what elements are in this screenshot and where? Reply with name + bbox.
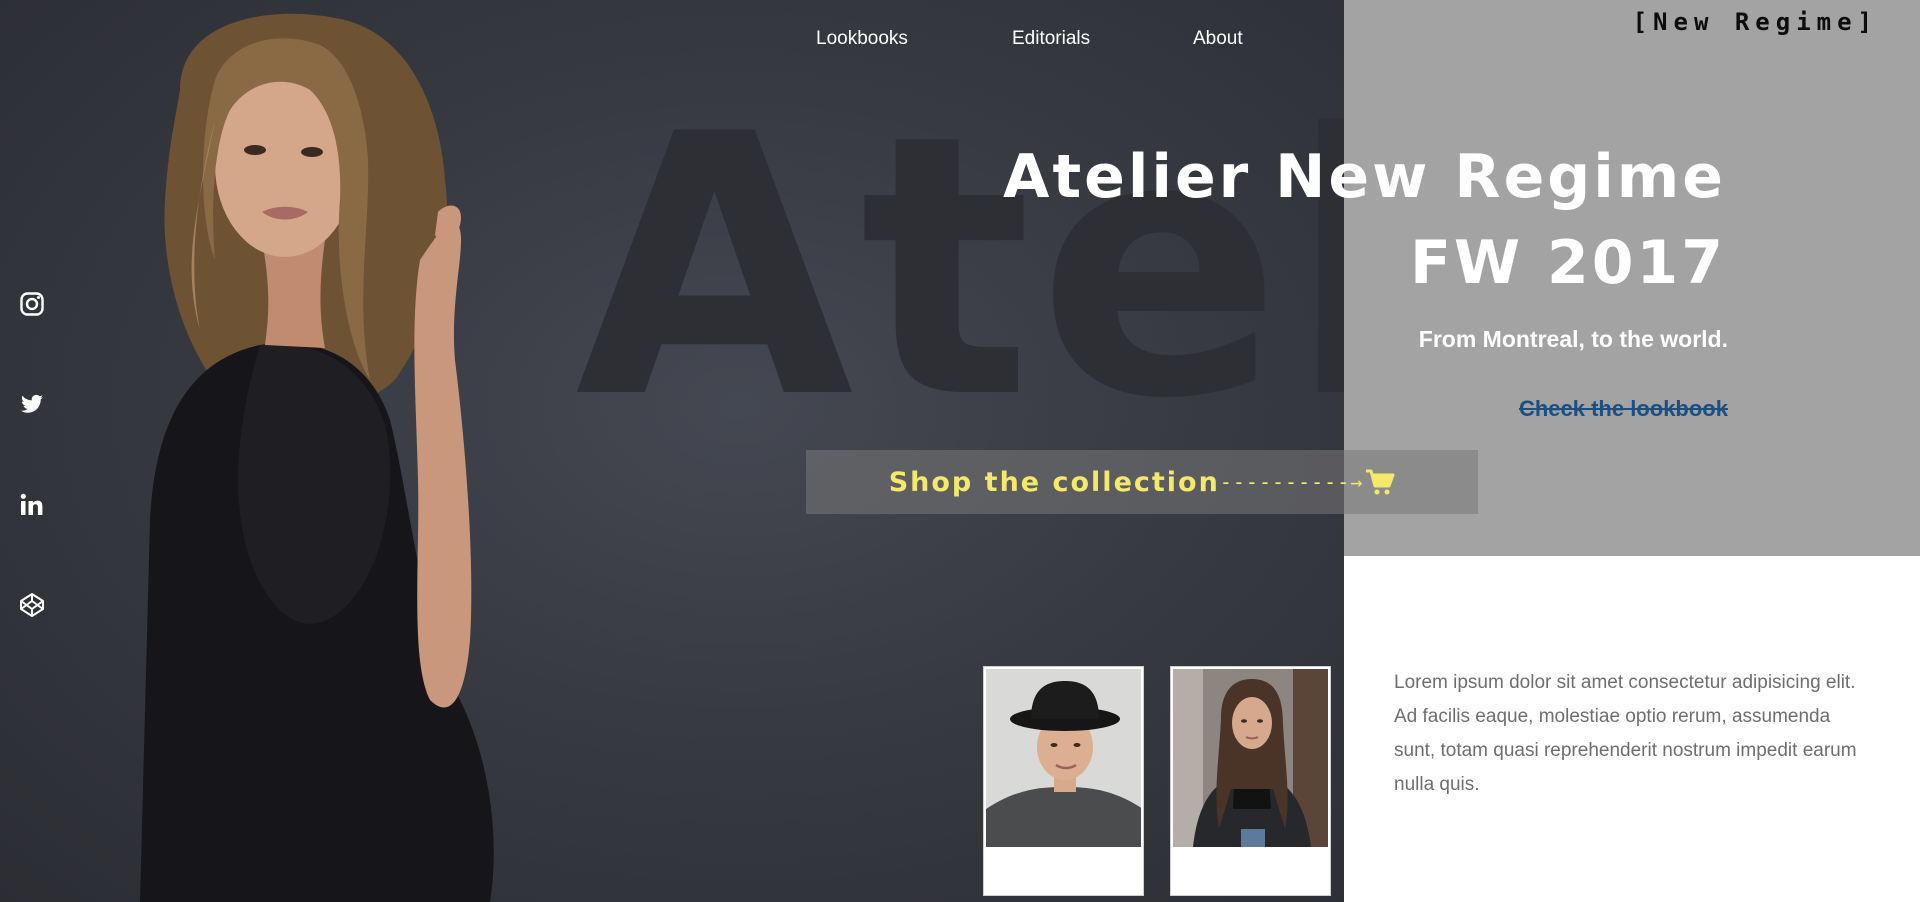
- model-photo: [140, 13, 494, 902]
- brand-logo[interactable]: [New Regime]: [1633, 8, 1878, 36]
- hero-title: Atelier New Regime FW 2017: [1003, 134, 1726, 306]
- linkedin-icon[interactable]: [19, 492, 45, 518]
- codepen-icon[interactable]: [19, 592, 45, 618]
- check-lookbook-link[interactable]: Check the lookbook: [1519, 396, 1728, 422]
- nav-lookbooks[interactable]: Lookbooks: [816, 28, 908, 50]
- shop-arrow: ----------→: [1219, 470, 1364, 494]
- nav-about[interactable]: About: [1193, 28, 1243, 50]
- hero-tagline: From Montreal, to the world.: [1418, 326, 1728, 352]
- main-nav: Lookbooks Editorials About: [0, 28, 1344, 52]
- nav-editorials[interactable]: Editorials: [1012, 28, 1090, 50]
- hero-title-line2: FW 2017: [1409, 228, 1726, 298]
- shopping-cart-icon: [1366, 469, 1395, 495]
- hero-title-line1: Atelier New Regime: [1003, 142, 1726, 212]
- shop-collection-label: Shop the collection: [888, 466, 1220, 498]
- lookbook-thumbnail-man[interactable]: [983, 666, 1144, 896]
- shop-collection-button[interactable]: Shop the collection ----------→: [806, 450, 1478, 514]
- instagram-icon[interactable]: [19, 291, 45, 317]
- man-photo: [986, 669, 1141, 847]
- twitter-icon[interactable]: [19, 391, 45, 417]
- info-paragraph: Lorem ipsum dolor sit amet consectetur a…: [1394, 672, 1857, 795]
- woman-photo: [1173, 669, 1328, 847]
- lookbook-thumbnail-woman[interactable]: [1170, 666, 1331, 896]
